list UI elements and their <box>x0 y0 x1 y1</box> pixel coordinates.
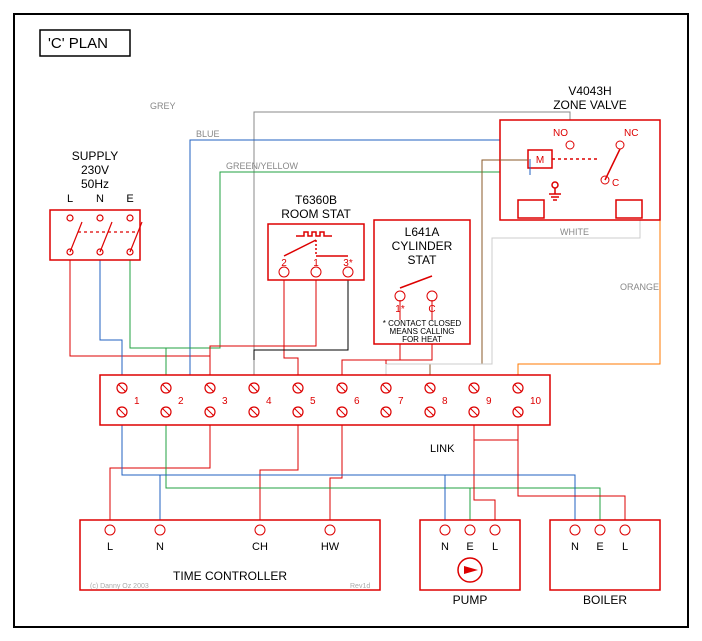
svg-text:V4043H: V4043H <box>568 84 611 98</box>
svg-text:3: 3 <box>222 396 228 407</box>
svg-text:L: L <box>492 541 498 553</box>
room-stat: T6360B ROOM STAT 2 1 3* <box>268 193 364 280</box>
svg-text:3*: 3* <box>343 258 353 269</box>
svg-text:BOILER: BOILER <box>583 593 627 607</box>
svg-text:N: N <box>96 193 104 205</box>
copyright: (c) Danny Oz 2003 <box>90 583 149 590</box>
wiring-diagram: 'C' PLAN GREY BLUE GREEN/YELLOW BROWN WH… <box>0 0 702 641</box>
svg-text:7: 7 <box>398 396 404 407</box>
svg-text:PUMP: PUMP <box>453 593 488 607</box>
zone-valve: V4043H ZONE VALVE M NO NC C <box>500 84 660 220</box>
svg-text:4: 4 <box>266 396 272 407</box>
svg-text:6: 6 <box>354 396 360 407</box>
cylinder-stat: L641A CYLINDER STAT 1* C * CONTACT CLOSE… <box>374 220 470 344</box>
boiler: N E L BOILER <box>550 520 660 607</box>
svg-text:NO: NO <box>553 128 568 139</box>
svg-text:STAT: STAT <box>408 253 438 267</box>
svg-text:L641A: L641A <box>405 225 440 239</box>
junction-strip: 1 2 3 4 5 6 7 8 9 10 LINK <box>100 375 550 455</box>
time-controller: L N CH HW TIME CONTROLLER (c) Danny Oz 2… <box>80 520 380 590</box>
svg-text:L: L <box>67 193 73 205</box>
svg-text:CYLINDER: CYLINDER <box>392 239 453 253</box>
pump: N E L PUMP <box>420 520 520 607</box>
svg-text:FOR HEAT: FOR HEAT <box>402 335 442 344</box>
wire-label-greenyellow: GREEN/YELLOW <box>226 161 299 171</box>
revision: Rev1d <box>350 583 370 590</box>
svg-text:8: 8 <box>442 396 448 407</box>
svg-text:N: N <box>156 541 164 553</box>
svg-text:E: E <box>466 541 473 553</box>
diagram-title: 'C' PLAN <box>48 35 108 52</box>
wire-label-blue: BLUE <box>196 129 220 139</box>
svg-text:NC: NC <box>624 128 638 139</box>
svg-text:ROOM STAT: ROOM STAT <box>281 207 351 221</box>
svg-text:5: 5 <box>310 396 316 407</box>
svg-text:2: 2 <box>178 396 184 407</box>
svg-text:T6360B: T6360B <box>295 193 337 207</box>
wire-label-orange: ORANGE <box>620 282 659 292</box>
svg-text:N: N <box>571 541 579 553</box>
svg-text:L: L <box>107 541 113 553</box>
svg-text:2: 2 <box>281 258 287 269</box>
svg-text:SUPPLY: SUPPLY <box>72 149 118 163</box>
svg-text:230V: 230V <box>81 163 109 177</box>
link-label: LINK <box>430 443 455 455</box>
svg-text:E: E <box>596 541 603 553</box>
svg-text:TIME CONTROLLER: TIME CONTROLLER <box>173 569 287 583</box>
svg-text:M: M <box>536 155 544 166</box>
svg-text:50Hz: 50Hz <box>81 177 109 191</box>
svg-text:N: N <box>441 541 449 553</box>
supply: SUPPLY 230V 50Hz L N E <box>50 149 142 260</box>
svg-text:ZONE VALVE: ZONE VALVE <box>553 98 627 112</box>
svg-text:9: 9 <box>486 396 492 407</box>
svg-text:1: 1 <box>134 396 140 407</box>
svg-text:E: E <box>126 193 133 205</box>
svg-text:10: 10 <box>530 396 542 407</box>
wire-label-white: WHITE <box>560 227 589 237</box>
svg-text:C: C <box>612 178 619 189</box>
svg-text:1: 1 <box>313 258 319 269</box>
svg-text:L: L <box>622 541 628 553</box>
wire-label-grey: GREY <box>150 101 176 111</box>
svg-text:CH: CH <box>252 541 268 553</box>
svg-text:HW: HW <box>321 541 340 553</box>
